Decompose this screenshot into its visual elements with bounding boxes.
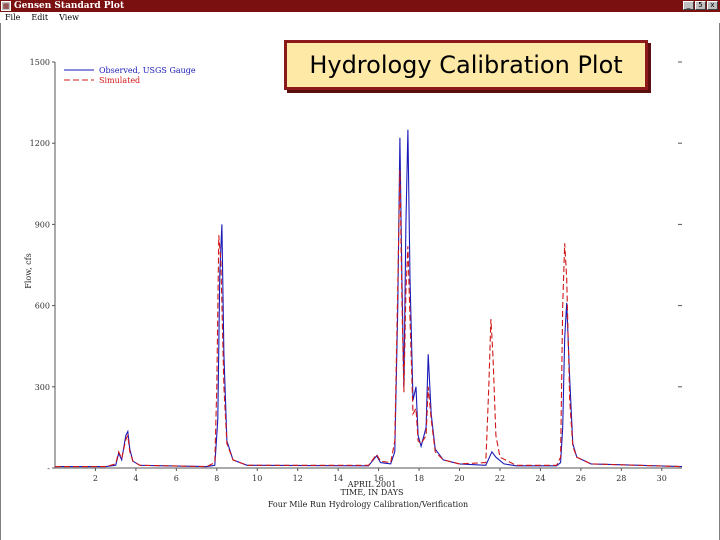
y-tick-label: 300 [35, 383, 50, 392]
x-tick-label: 18 [414, 474, 424, 483]
x-tick-label: 12 [293, 474, 303, 483]
x-tick-label: 30 [657, 474, 667, 483]
x-tick-label: 24 [535, 474, 545, 483]
x-tick-label: 4 [133, 474, 138, 483]
x-tick-label: 10 [252, 474, 262, 483]
x-tick-label: 14 [333, 474, 343, 483]
x-tick-label: 20 [454, 474, 464, 483]
slide-title: Hydrology Calibration Plot [309, 51, 623, 79]
x-tick-label: 22 [495, 474, 505, 483]
y-axis-label: Flow, cfs [24, 253, 33, 288]
simulated-series-line [55, 170, 683, 468]
x-tick-label: 2 [93, 474, 98, 483]
observed-series-line [55, 129, 683, 468]
x-tick-label: 26 [576, 474, 586, 483]
legend-entry: Observed, USGS Gauge [99, 66, 196, 75]
slide-title-banner: Hydrology Calibration Plot [284, 40, 648, 90]
chart-caption: Four Mile Run Hydrology Calibration/Veri… [268, 500, 468, 509]
y-tick-label: 1200 [30, 139, 50, 148]
x-tick-label: 6 [174, 474, 179, 483]
x-tick-label: 8 [214, 474, 219, 483]
legend-entry: Simulated [99, 76, 140, 85]
x-axis-label: TIME, IN DAYS [341, 488, 404, 497]
x-tick-label: 28 [616, 474, 626, 483]
y-tick-label: - [47, 464, 50, 473]
y-tick-label: 1500 [30, 58, 50, 67]
y-tick-label: 600 [35, 302, 50, 311]
y-tick-label: 900 [35, 220, 50, 229]
